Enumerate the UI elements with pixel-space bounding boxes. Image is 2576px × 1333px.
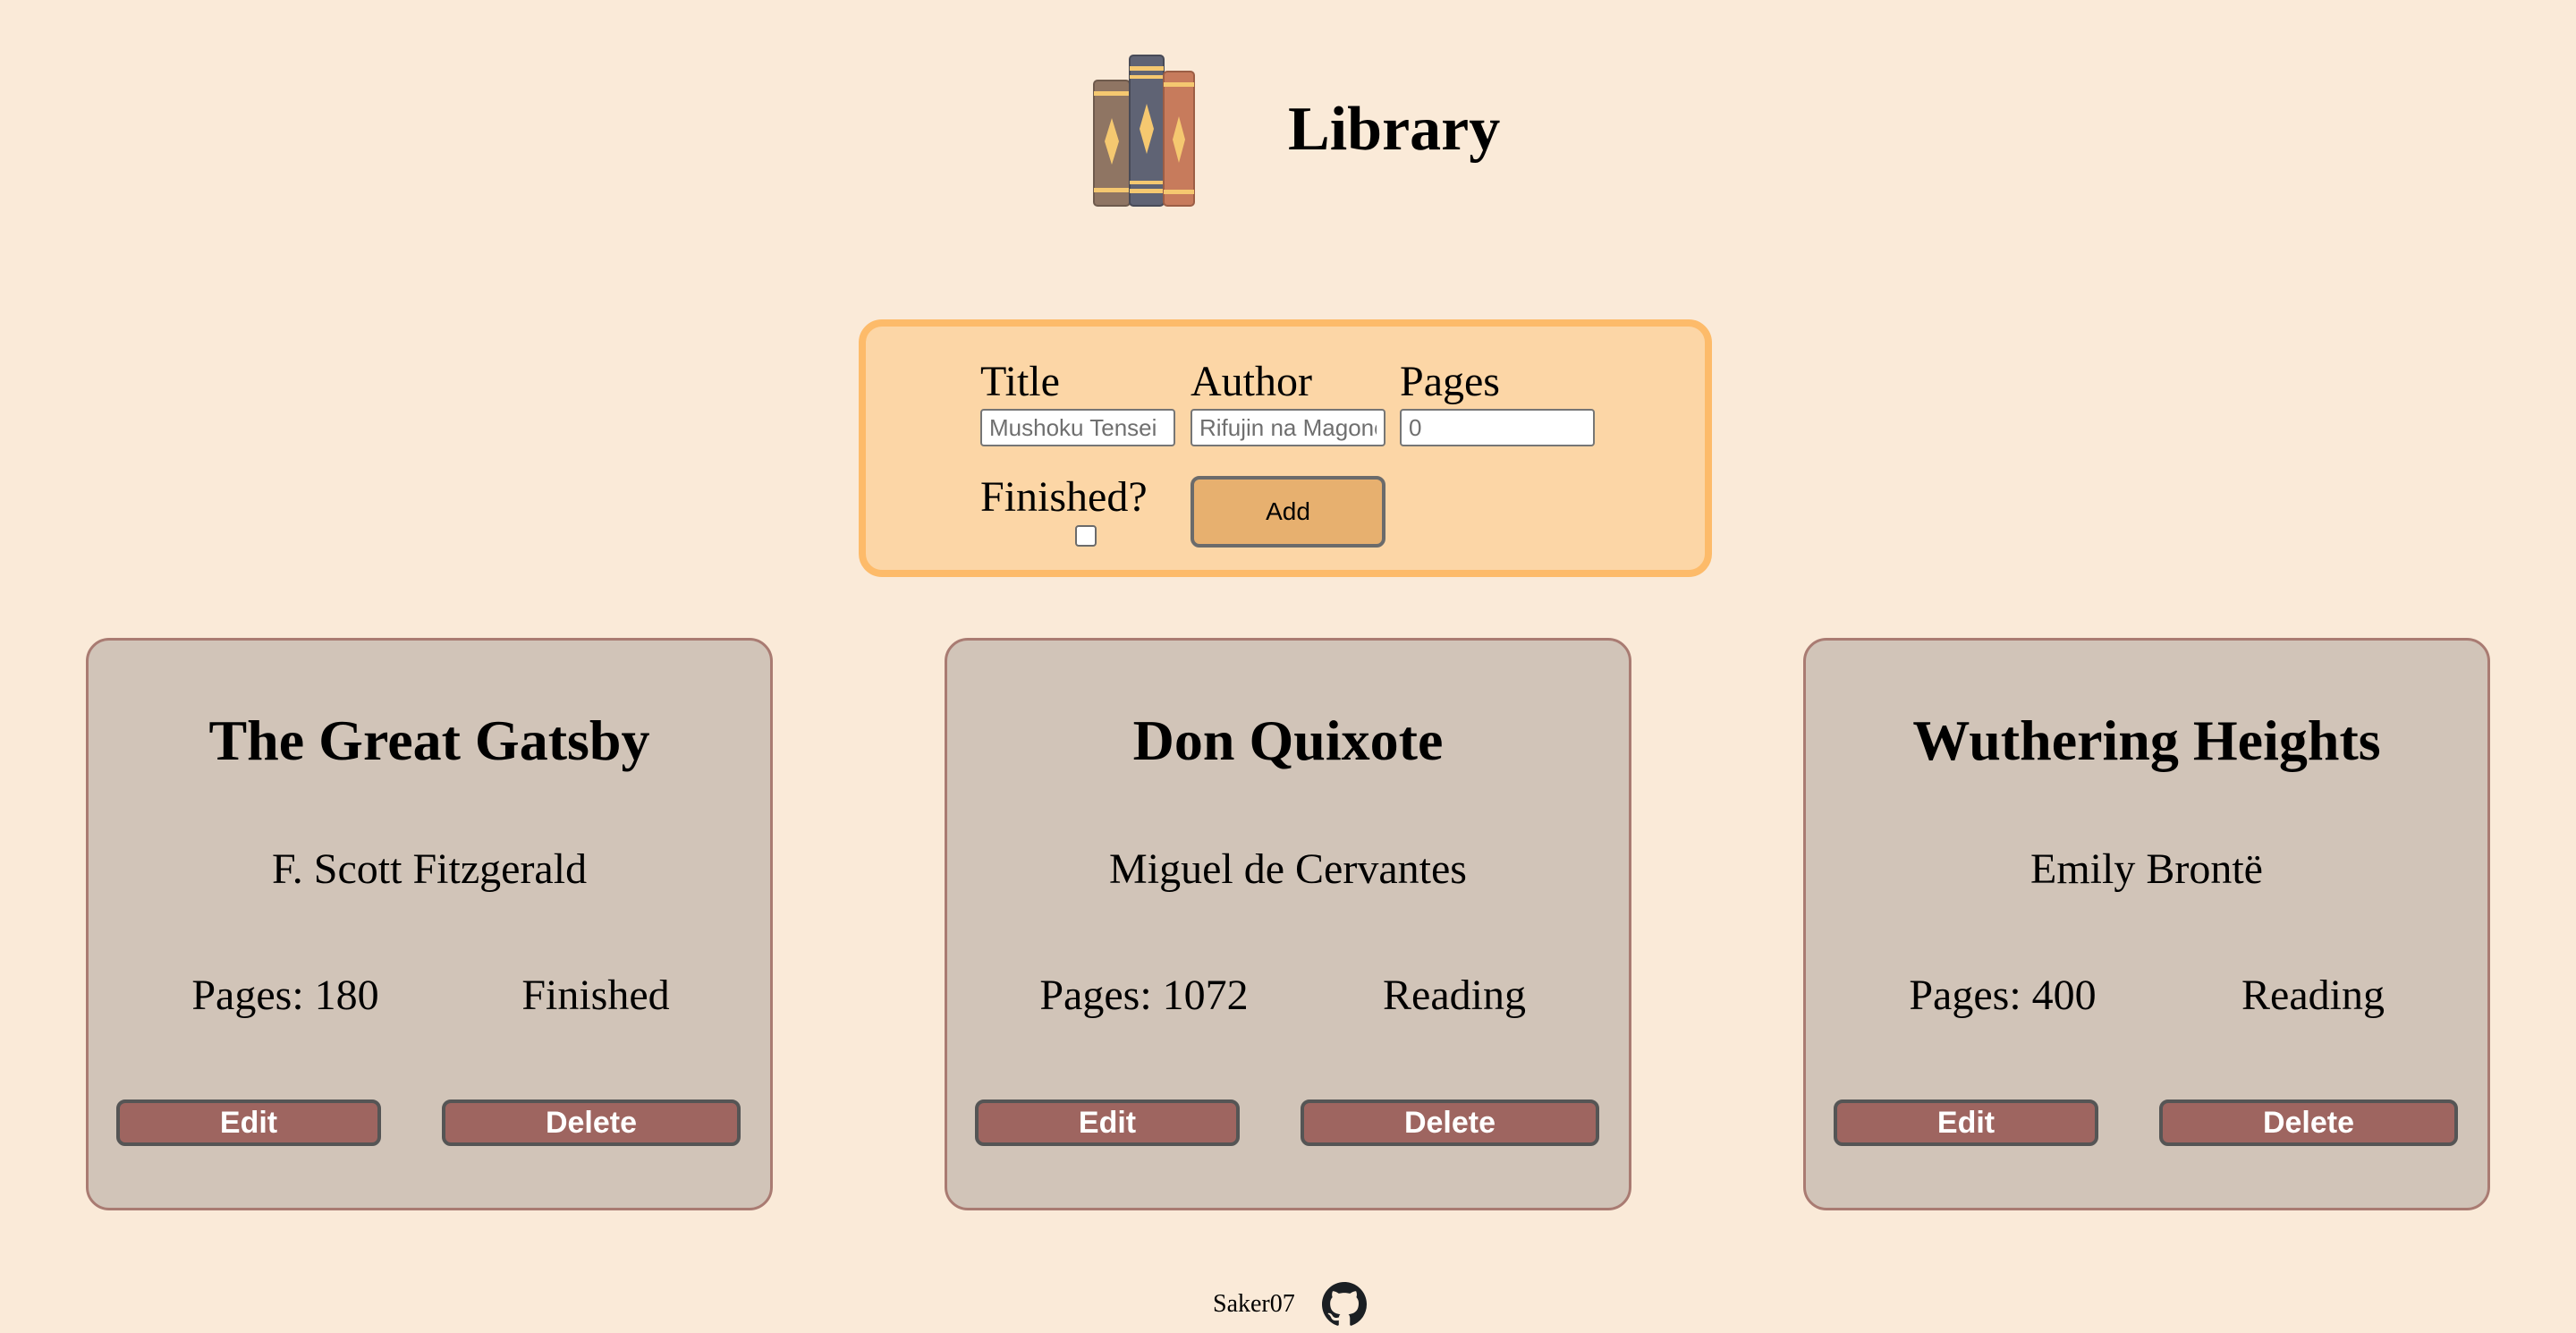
app-header: [1087, 54, 1199, 210]
book-status: Reading: [1383, 972, 1526, 1019]
book-title: The Great Gatsby: [208, 709, 650, 772]
book-author: Miguel de Cervantes: [1109, 845, 1467, 893]
author-input[interactable]: [1191, 409, 1385, 446]
author-label: Author: [1191, 358, 1312, 405]
book-status: Reading: [2241, 972, 2385, 1019]
add-book-form: Title Author Pages Finished? Add: [859, 319, 1712, 577]
edit-button[interactable]: Edit: [116, 1100, 381, 1146]
book-card: Wuthering Heights Emily Brontë Pages: 40…: [1803, 638, 2490, 1210]
book-author: F. Scott Fitzgerald: [271, 845, 588, 893]
footer: Saker07: [1213, 1279, 1367, 1329]
footer-author: Saker07: [1213, 1290, 1295, 1318]
books-icon: [1093, 55, 1195, 207]
github-icon[interactable]: [1321, 1282, 1367, 1327]
book-title: Wuthering Heights: [1912, 709, 2381, 772]
book-title: Don Quixote: [1132, 709, 1444, 772]
edit-button[interactable]: Edit: [975, 1100, 1240, 1146]
book-status: Finished: [521, 972, 670, 1019]
book-pages: Pages: 400: [1909, 972, 2097, 1019]
book-pages: Pages: 180: [191, 972, 379, 1019]
edit-button[interactable]: Edit: [1834, 1100, 2098, 1146]
book-card: Don Quixote Miguel de Cervantes Pages: 1…: [945, 638, 1631, 1210]
add-button[interactable]: Add: [1191, 476, 1385, 548]
book-pages: Pages: 1072: [1039, 972, 1249, 1019]
finished-label: Finished?: [980, 473, 1148, 521]
delete-button[interactable]: Delete: [442, 1100, 741, 1146]
book-author: Emily Brontë: [2030, 845, 2263, 893]
delete-button[interactable]: Delete: [2159, 1100, 2458, 1146]
book-card: The Great Gatsby F. Scott Fitzgerald Pag…: [86, 638, 773, 1210]
title-input[interactable]: [980, 409, 1175, 446]
finished-checkbox[interactable]: [1075, 525, 1097, 547]
page-title: Library: [1288, 95, 1501, 164]
delete-button[interactable]: Delete: [1301, 1100, 1599, 1146]
pages-label: Pages: [1400, 358, 1500, 405]
pages-input[interactable]: [1400, 409, 1595, 446]
title-label: Title: [980, 358, 1060, 405]
